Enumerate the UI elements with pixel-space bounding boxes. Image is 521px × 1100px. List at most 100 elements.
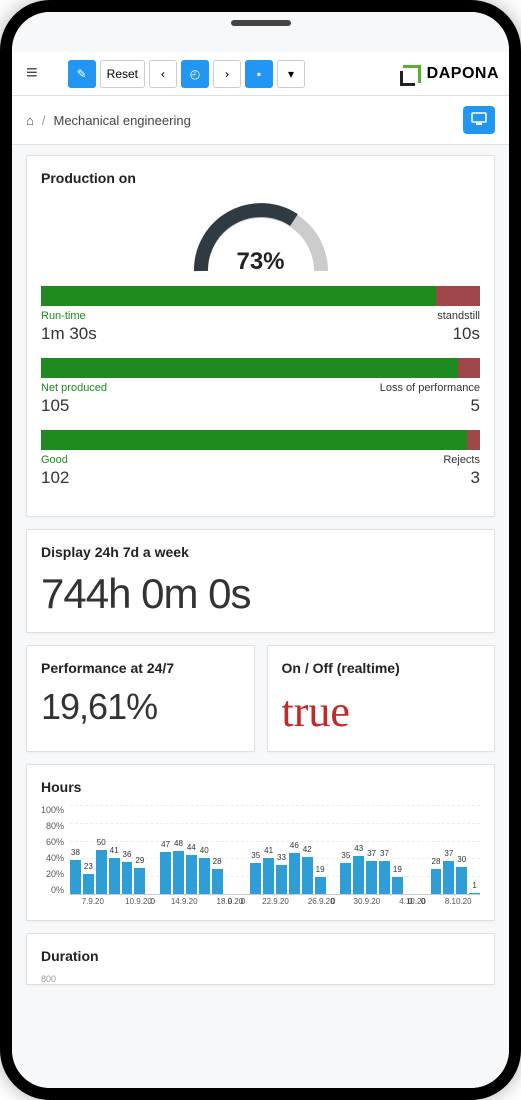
x-tick: 26.9.20 (299, 897, 343, 906)
x-tick: 7.9.20 (71, 897, 115, 906)
prev-button[interactable]: ‹ (149, 60, 177, 88)
x-tick: 8.10.20 (436, 897, 480, 906)
y-tick: 60% (41, 837, 64, 847)
hours-bars: 3823504136290474844402800354133464219035… (70, 805, 480, 895)
bar-left-label: Good (41, 454, 69, 466)
production-bar: Good102Rejects3 (41, 430, 480, 488)
bar-right-value: 3 (443, 468, 480, 488)
bar-right-value: 5 (380, 396, 480, 416)
bar-value-label: 0 (421, 897, 425, 906)
monitor-icon (471, 112, 487, 129)
duration-title: Duration (41, 948, 480, 964)
bar-left-value: 105 (41, 396, 107, 416)
next-button[interactable]: › (213, 60, 241, 88)
display-title: Display 24h 7d a week (41, 544, 480, 560)
bar-value-label: 0 (228, 897, 232, 906)
hours-bar-col: 1 (469, 893, 480, 894)
breadcrumb-page[interactable]: Mechanical engineering (53, 113, 190, 128)
hours-bar-col: 29 (134, 868, 145, 894)
bar-value-label: 40 (200, 846, 209, 855)
production-title: Production on (41, 170, 480, 186)
gauge-value: 73% (186, 248, 336, 276)
chevron-right-icon: › (225, 67, 229, 81)
y-tick: 80% (41, 821, 64, 831)
brand-name: DAPONA (427, 65, 499, 83)
x-tick: 4.10.20 (391, 897, 435, 906)
bar-value-label: 44 (187, 843, 196, 852)
stop-button[interactable]: ▪ (245, 60, 273, 88)
bar-value-label: 23 (84, 862, 93, 871)
performance-card: Performance at 24/7 19,61% (26, 645, 255, 752)
reset-button[interactable]: Reset (100, 60, 145, 88)
bar-left-value: 1m 30s (41, 324, 97, 344)
production-bar: Net produced 105 Loss of performance 5 (41, 358, 480, 416)
bar-value-label: 37 (444, 849, 453, 858)
y-tick: 0% (41, 885, 64, 895)
bar-value-label: 37 (380, 849, 389, 858)
clock-icon: ◴ (190, 67, 200, 81)
onoff-value: true (282, 686, 481, 737)
bar-value-label: 28 (213, 857, 222, 866)
hours-bar-col: 37 (379, 861, 390, 894)
bar-left-label: Run-time (41, 310, 97, 322)
bar-left-value: 102 (41, 468, 69, 488)
y-tick: 20% (41, 869, 64, 879)
display-button[interactable] (463, 106, 495, 134)
hours-card: Hours 100%80%60%40%20%0% 382350413629047… (26, 764, 495, 921)
hours-bar-col: 36 (122, 862, 133, 894)
logo-icon (403, 65, 421, 83)
hours-bar-col: 38 (70, 860, 81, 894)
bar-value-label: 19 (316, 865, 325, 874)
performance-title: Performance at 24/7 (41, 660, 240, 676)
home-icon[interactable]: ⌂ (26, 113, 34, 128)
production-gauge: 73% (186, 196, 336, 276)
square-icon: ▪ (257, 67, 261, 81)
hours-chart: 100%80%60%40%20%0% 382350413629047484440… (41, 805, 480, 895)
bar-left-label: Net produced (41, 382, 107, 394)
bar-value-label: 50 (97, 838, 106, 847)
production-bar: Run-time1m 30sstandstill10s (41, 286, 480, 344)
hours-bar-col: 30 (456, 867, 467, 894)
chevron-left-icon: ‹ (161, 67, 165, 81)
toolbar-group: ✎ Reset ‹ ◴ › ▪ ▾ (68, 60, 305, 88)
hours-bar-col: 35 (250, 863, 261, 894)
hours-bar-col: 37 (366, 861, 377, 894)
clock-button[interactable]: ◴ (181, 60, 209, 88)
filter-button[interactable]: ▾ (277, 60, 305, 88)
bar-value-label: 35 (341, 851, 350, 860)
bar-value-label: 30 (457, 855, 466, 864)
hours-bar-col: 41 (263, 858, 274, 894)
bar-value-label: 37 (367, 849, 376, 858)
bar-value-label: 33 (277, 853, 286, 862)
edit-button[interactable]: ✎ (68, 60, 96, 88)
y-tick: 40% (41, 853, 64, 863)
bar-value-label: 41 (264, 846, 273, 855)
bar-value-label: 0 (150, 897, 154, 906)
bar-red-seg (436, 286, 480, 306)
bar-right-label: Loss of performance (380, 382, 480, 394)
hours-x-axis: 7.9.2010.9.2014.9.2018.9.2022.9.2026.9.2… (71, 897, 480, 906)
hours-bar-col: 42 (302, 857, 313, 894)
bar-value-label: 0 (241, 897, 245, 906)
bar-value-label: 48 (174, 839, 183, 848)
x-tick: 14.9.20 (162, 897, 206, 906)
bar-value-label: 1 (472, 881, 476, 890)
hours-bar-col: 23 (83, 874, 94, 894)
pencil-icon: ✎ (77, 67, 87, 81)
hours-bar-col: 37 (443, 861, 454, 894)
hours-bar-col: 35 (340, 863, 351, 894)
hours-y-axis: 100%80%60%40%20%0% (41, 805, 64, 895)
hours-bar-col: 19 (315, 877, 326, 894)
breadcrumb: ⌂ / Mechanical engineering (12, 96, 509, 145)
menu-icon[interactable]: ≡ (22, 58, 42, 89)
bar-value-label: 47 (161, 840, 170, 849)
display-value: 744h 0m 0s (41, 570, 480, 618)
bar-right-value: 10s (437, 324, 480, 344)
breadcrumb-sep: / (42, 113, 46, 128)
display-card: Display 24h 7d a week 744h 0m 0s (26, 529, 495, 633)
hours-bar-col: 19 (392, 877, 403, 894)
bar-value-label: 0 (408, 897, 412, 906)
brand-logo: DAPONA (403, 65, 499, 83)
hours-bar-col: 43 (353, 856, 364, 894)
onoff-card: On / Off (realtime) true (267, 645, 496, 752)
